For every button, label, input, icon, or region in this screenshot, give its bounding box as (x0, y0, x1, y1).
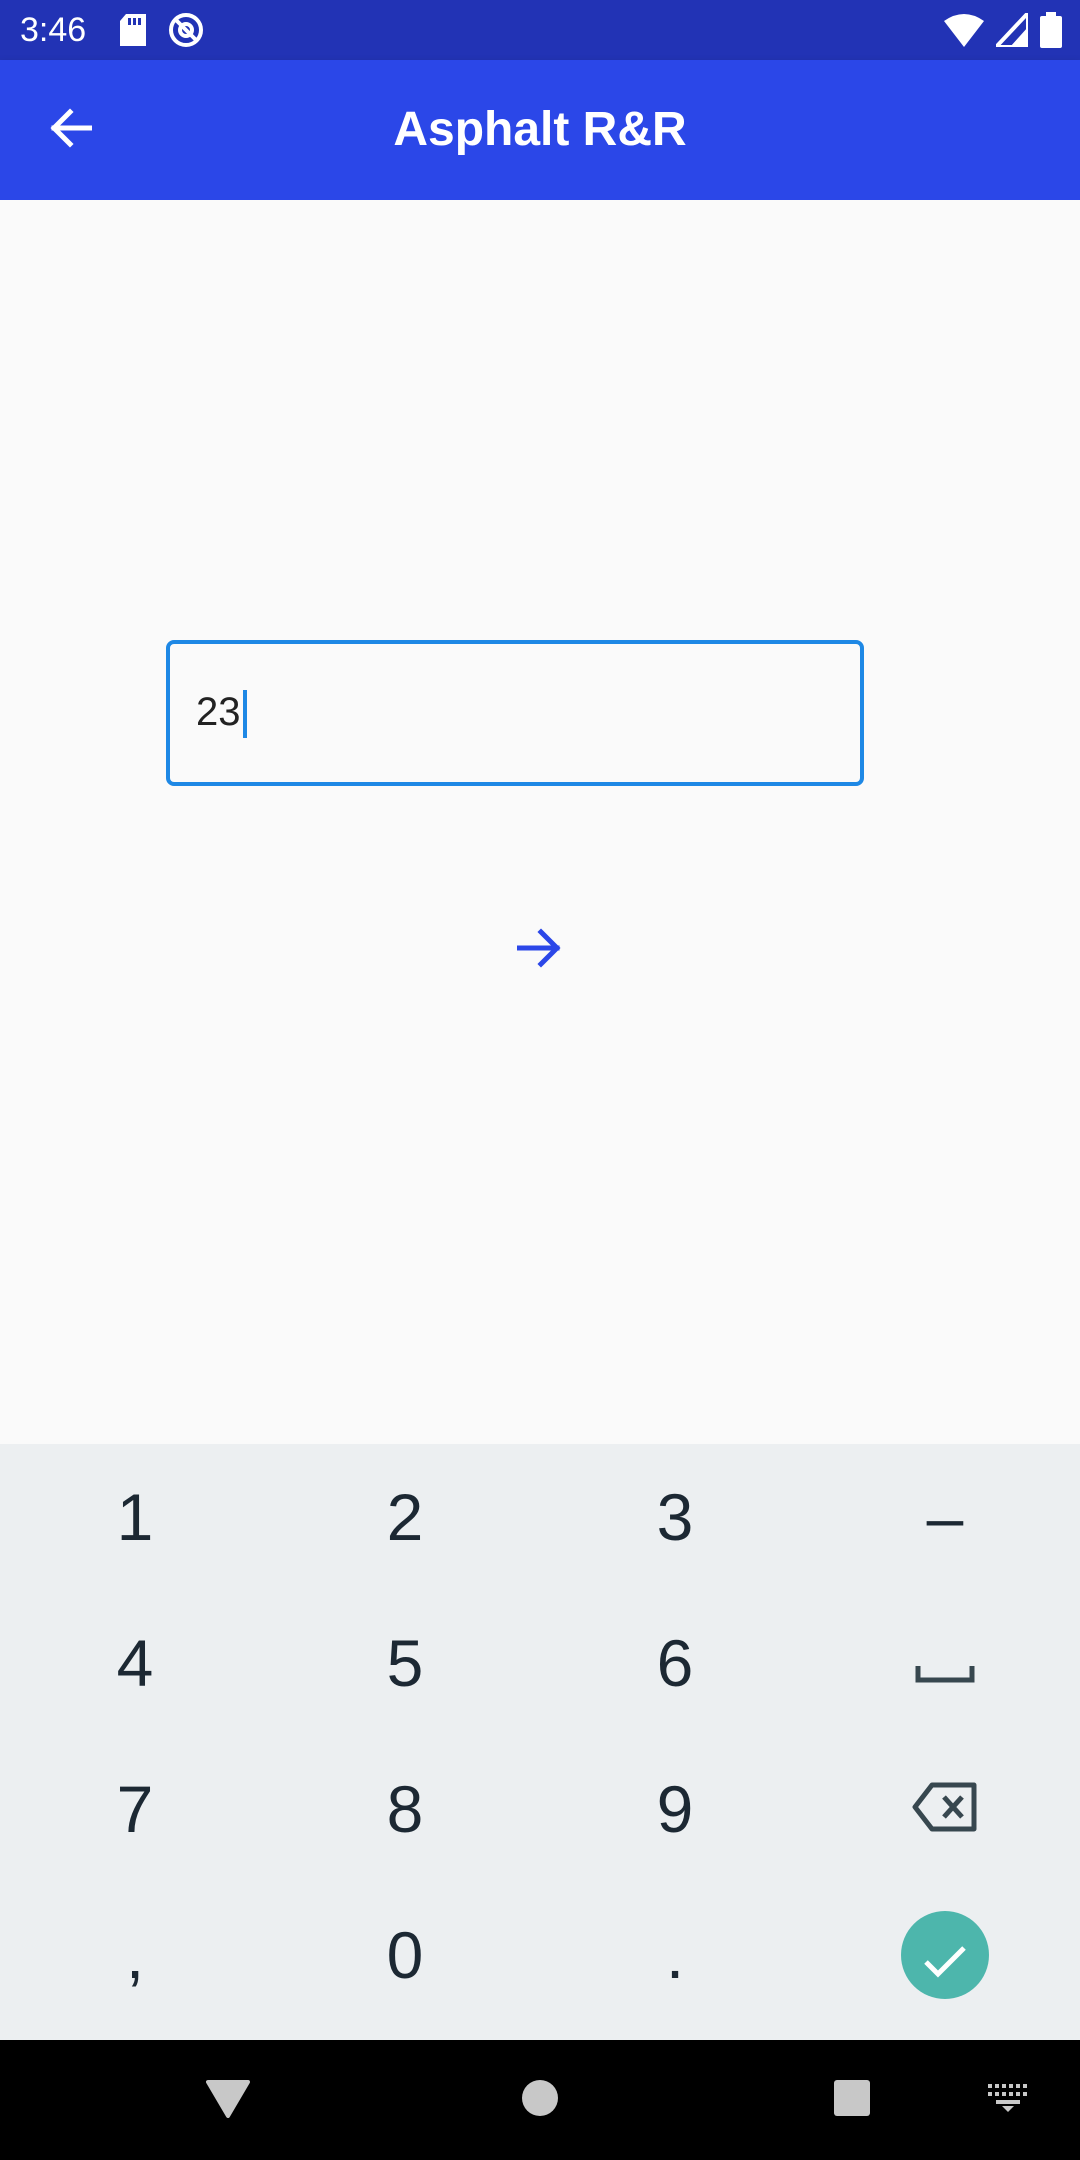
key-6[interactable]: 6 (540, 1590, 810, 1736)
next-button[interactable] (500, 910, 580, 990)
nav-back-button[interactable] (188, 2060, 268, 2140)
done-button[interactable] (901, 1911, 989, 1999)
back-button[interactable] (30, 100, 110, 160)
main-content: 23 (0, 200, 1080, 1444)
wifi-icon (944, 13, 984, 52)
key-8[interactable]: 8 (270, 1736, 540, 1882)
done-check-icon (923, 1917, 967, 1993)
done-key[interactable] (810, 1882, 1080, 2028)
status-bar: 3:46 (0, 0, 1080, 60)
backspace-key[interactable] (810, 1736, 1080, 1882)
battery-icon (1040, 12, 1062, 53)
nav-home-button[interactable] (500, 2060, 580, 2140)
arrow-right-icon (516, 927, 563, 974)
nav-home-icon (520, 2078, 560, 2123)
key-period[interactable]: . (540, 1882, 810, 2028)
system-nav-bar (0, 2040, 1080, 2160)
keyboard-switch-button[interactable] (968, 2060, 1048, 2140)
text-caret (242, 690, 247, 739)
keyboard-switch-icon (988, 2083, 1028, 2117)
arrow-left-icon (48, 107, 93, 153)
numeric-keyboard: 1 2 3 – 4 5 6 7 8 9 , 0 . (0, 1444, 1080, 2040)
key-5[interactable]: 5 (270, 1590, 540, 1736)
key-1[interactable]: 1 (0, 1444, 270, 1590)
number-input[interactable]: 23 (166, 640, 864, 786)
input-value-wrap: 23 (196, 686, 247, 739)
nav-back-icon (206, 2078, 250, 2123)
key-3[interactable]: 3 (540, 1444, 810, 1590)
key-2[interactable]: 2 (270, 1444, 540, 1590)
page-title: Asphalt R&R (393, 103, 687, 156)
app-bar: Asphalt R&R (0, 60, 1080, 200)
space-key[interactable] (810, 1590, 1080, 1736)
key-7[interactable]: 7 (0, 1736, 270, 1882)
nav-recents-icon (832, 2078, 872, 2123)
sd-card-icon (120, 14, 146, 51)
at-sign-icon (168, 12, 204, 53)
key-dash[interactable]: – (810, 1444, 1080, 1590)
key-comma[interactable]: , (0, 1882, 270, 2028)
key-4[interactable]: 4 (0, 1590, 270, 1736)
cell-signal-icon (991, 7, 1030, 52)
backspace-icon (912, 1771, 978, 1847)
key-0[interactable]: 0 (270, 1882, 540, 2028)
space-icon (915, 1625, 975, 1701)
nav-recents-button[interactable] (812, 2060, 892, 2140)
input-value: 23 (196, 690, 241, 734)
key-9[interactable]: 9 (540, 1736, 810, 1882)
status-time: 3:46 (20, 11, 87, 49)
